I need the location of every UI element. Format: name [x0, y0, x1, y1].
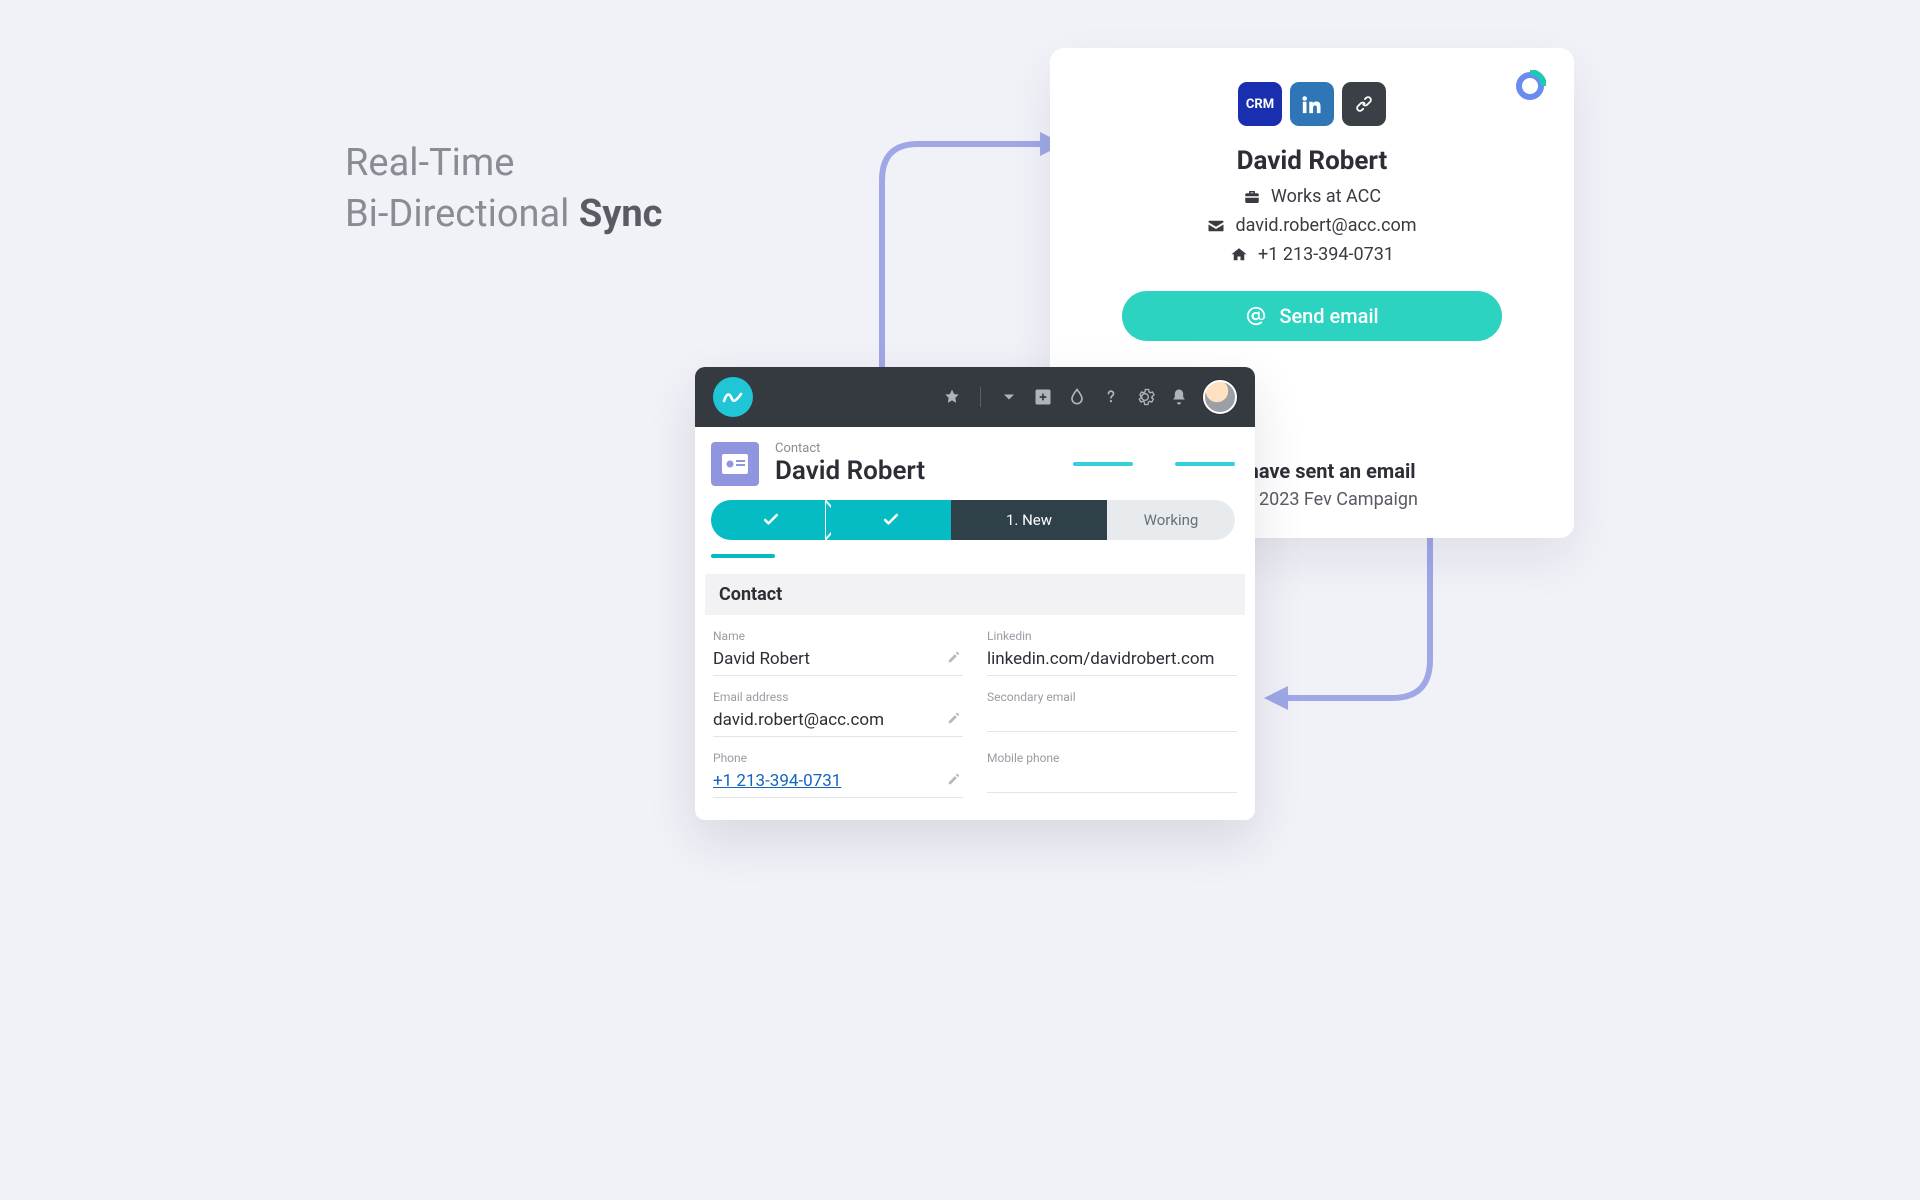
record-type-label: Contact [775, 441, 925, 456]
contact-name: David Robert [1090, 146, 1534, 176]
email-value: david.robert@acc.com [1235, 215, 1416, 236]
field-linkedin: Linkedin linkedin.com/davidrobert.com [987, 629, 1237, 676]
contact-chip-icon [711, 442, 759, 486]
stage-step-2[interactable] [831, 500, 951, 540]
gear-icon[interactable] [1135, 387, 1155, 407]
check-icon [881, 510, 901, 530]
pencil-icon [947, 710, 961, 724]
phone-row: +1 213-394-0731 [1230, 244, 1394, 265]
link-icon [1353, 93, 1375, 115]
send-email-label: Send email [1279, 304, 1378, 328]
header-dashes [1073, 462, 1235, 466]
sync-arrow-up-icon [858, 120, 1068, 380]
link-badge[interactable] [1342, 82, 1386, 126]
chevron-down-icon[interactable] [999, 387, 1019, 407]
section-heading: Contact [705, 574, 1245, 615]
droplet-icon[interactable] [1067, 387, 1087, 407]
star-icon[interactable] [942, 387, 962, 407]
stage-step-1[interactable] [711, 500, 831, 540]
check-icon [761, 510, 781, 530]
titlebar [695, 367, 1255, 427]
toolbar-divider [980, 387, 981, 407]
contact-info: Works at ACC david.robert@acc.com +1 213… [1090, 186, 1534, 265]
send-email-button[interactable]: Send email [1122, 291, 1502, 341]
stage-bar: 1. New Working [695, 498, 1255, 554]
linkedin-icon [1301, 93, 1323, 115]
brand-ring-icon [1514, 70, 1546, 102]
field-grid: Name David Robert Linkedin linkedin.com/… [695, 615, 1255, 820]
badge-row: CRM [1090, 82, 1534, 126]
sync-arrow-down-icon [1260, 530, 1460, 720]
canvas: Real-Time Bi-Directional Sync CRM David … [240, 0, 1680, 900]
envelope-icon [1207, 217, 1225, 235]
record-header: Contact David Robert [695, 427, 1255, 498]
briefcase-icon [1243, 188, 1261, 206]
bell-icon[interactable] [1169, 387, 1189, 407]
record-name: David Robert [775, 456, 925, 486]
at-icon [1245, 305, 1267, 327]
linkedin-badge[interactable] [1290, 82, 1334, 126]
app-logo-icon [713, 377, 753, 417]
active-tab-indicator [711, 554, 775, 558]
user-avatar[interactable] [1203, 380, 1237, 414]
field-name: Name David Robert [713, 629, 963, 676]
pencil-icon [947, 649, 961, 663]
headline-line2: Bi-Directional Sync [345, 189, 662, 240]
works-at-row: Works at ACC [1243, 186, 1381, 207]
stage-step-working[interactable]: Working [1107, 500, 1235, 540]
help-icon[interactable] [1101, 387, 1121, 407]
field-secondary-email: Secondary email [987, 690, 1237, 737]
plus-icon[interactable] [1033, 387, 1053, 407]
headline: Real-Time Bi-Directional Sync [345, 138, 662, 241]
tab-strip [695, 554, 1255, 558]
email-row: david.robert@acc.com [1207, 215, 1416, 236]
field-phone: Phone +1 213-394-0731 [713, 751, 963, 798]
field-mobile: Mobile phone [987, 751, 1237, 798]
phone-value: +1 213-394-0731 [1258, 244, 1394, 265]
home-icon [1230, 246, 1248, 264]
field-email: Email address david.robert@acc.com [713, 690, 963, 737]
crm-detail-card: Contact David Robert 1. New Work [695, 367, 1255, 820]
crm-badge[interactable]: CRM [1238, 82, 1282, 126]
headline-line1: Real-Time [345, 138, 662, 189]
stage-step-new[interactable]: 1. New [951, 500, 1107, 540]
pencil-icon [947, 771, 961, 785]
